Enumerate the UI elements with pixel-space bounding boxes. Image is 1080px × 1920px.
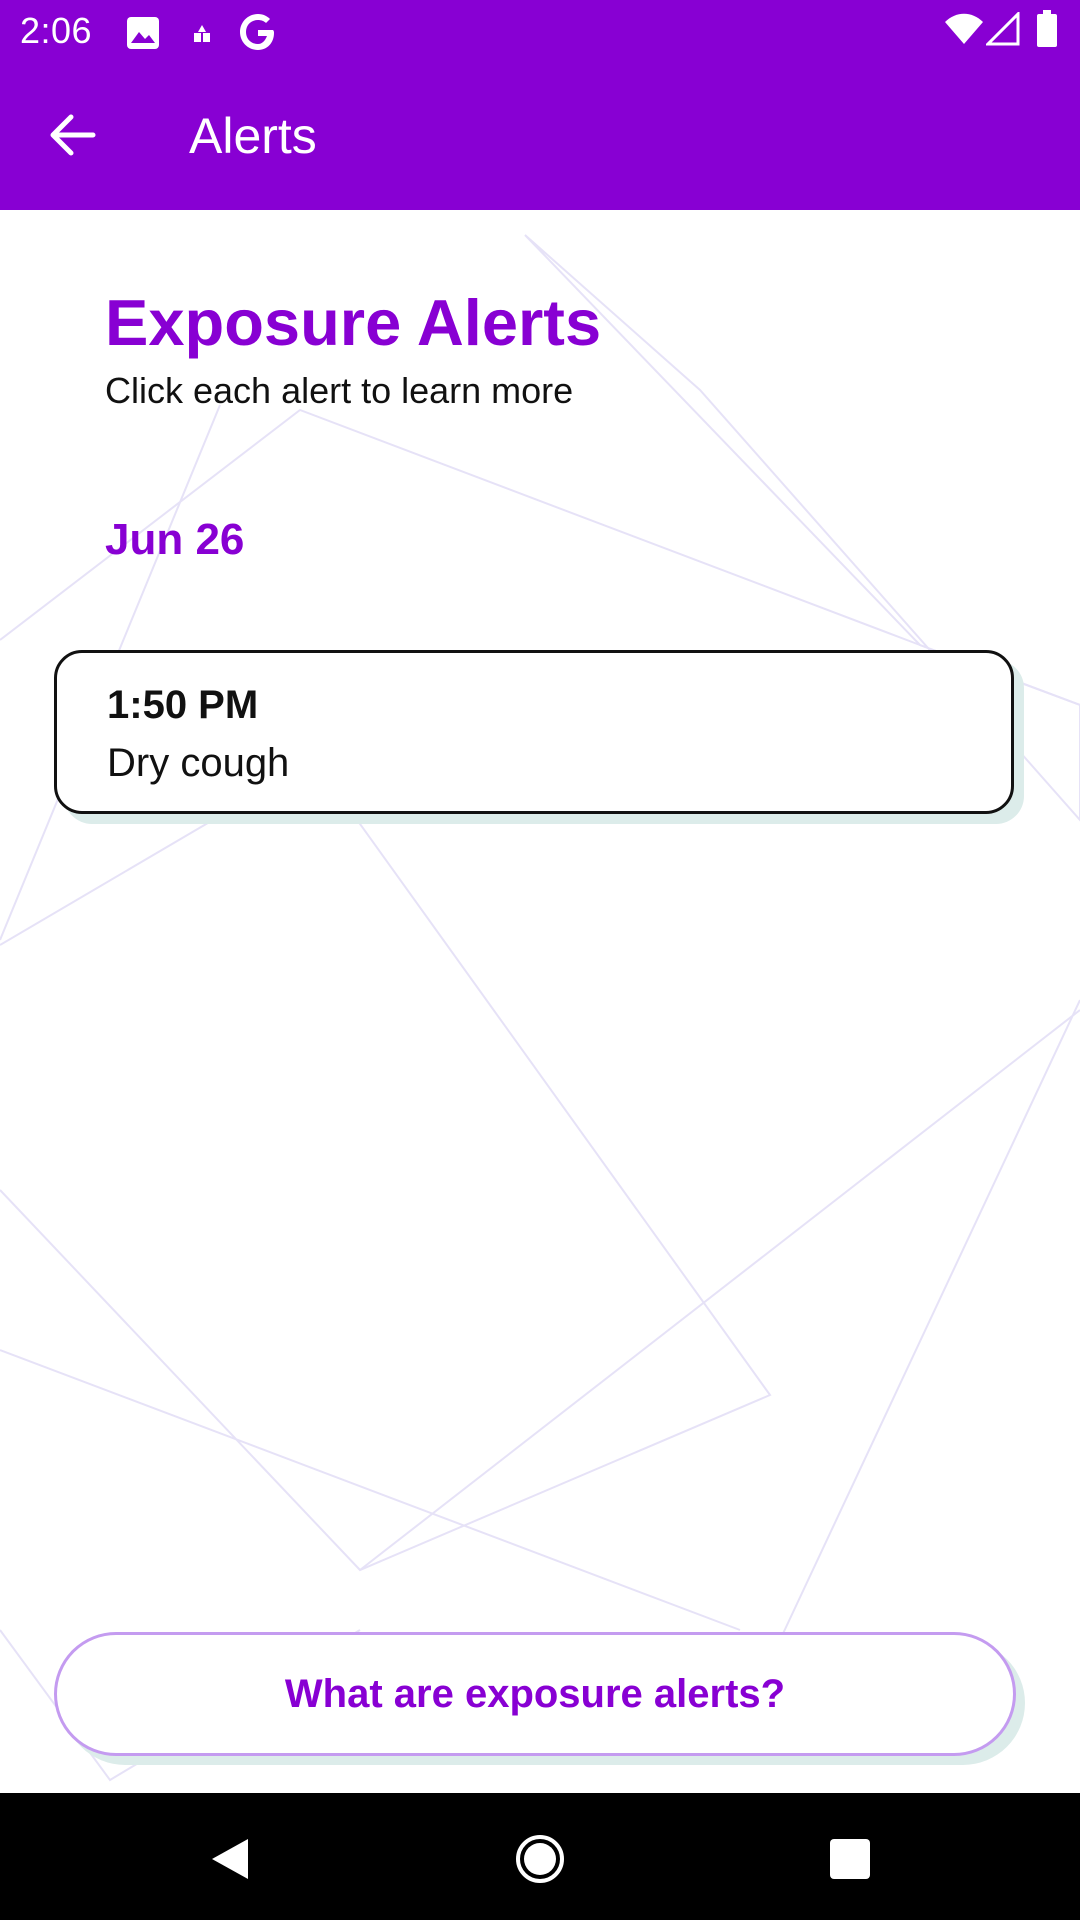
nav-recents-button[interactable] [812,1821,888,1897]
alert-symptom: Dry cough [107,741,290,785]
main-content: Exposure Alerts Click each alert to lear… [0,210,1080,1793]
battery-icon [1036,10,1058,53]
back-triangle-icon [196,1839,272,1901]
page-heading: Exposure Alerts [105,286,602,359]
signal-icon [984,10,1020,51]
app-bar: Alerts [0,63,1080,210]
status-time: 2:06 [20,10,93,51]
recents-square-icon [812,1839,888,1901]
status-bar: 2:06 [0,0,1080,63]
home-circle-icon [502,1835,578,1901]
nav-back-button[interactable] [196,1821,272,1897]
nav-home-button[interactable] [502,1821,578,1897]
back-button[interactable] [32,101,114,173]
image-icon [126,16,160,55]
notification-icon [190,24,214,49]
background-pattern [0,234,1080,1782]
alert-group-date: Jun 26 [105,515,245,564]
alert-time: 1:50 PM [107,683,259,727]
system-nav-bar [0,1793,1080,1920]
alert-card[interactable]: 1:50 PM Dry cough [54,650,1014,814]
app-title: Alerts [189,108,317,164]
wifi-icon [944,12,984,51]
what-are-exposure-alerts-button[interactable]: What are exposure alerts? [54,1632,1016,1756]
page-subheading: Click each alert to learn more [105,370,574,411]
arrow-left-icon [49,113,97,162]
google-icon [236,10,280,59]
